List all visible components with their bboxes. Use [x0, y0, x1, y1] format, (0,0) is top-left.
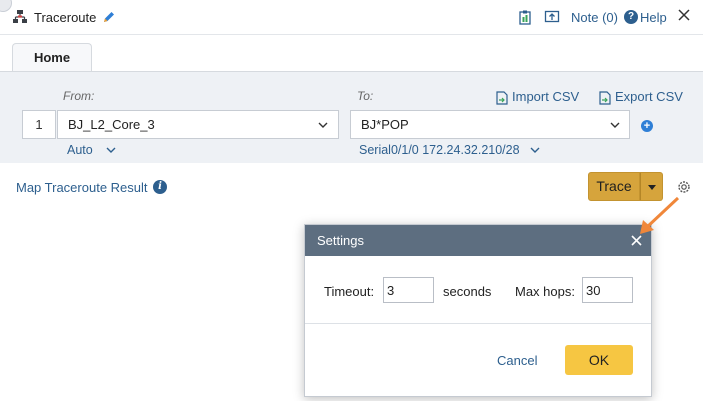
from-device-select[interactable]: BJ_L2_Core_3 [57, 110, 339, 139]
to-label: To: [357, 89, 374, 103]
to-device-value: BJ*POP [361, 117, 409, 132]
window-title: Traceroute [34, 10, 97, 25]
max-hops-label: Max hops: [515, 284, 575, 299]
export-file-icon[interactable] [599, 91, 611, 105]
title-bar: Traceroute Note (0) ? Help [0, 0, 703, 35]
help-icon[interactable]: ? [624, 10, 638, 24]
import-file-icon[interactable] [496, 91, 508, 105]
pencil-icon[interactable] [102, 10, 116, 24]
close-icon[interactable] [677, 8, 691, 22]
help-link[interactable]: Help [640, 10, 667, 25]
chevron-down-icon[interactable] [530, 147, 540, 153]
clipboard-icon[interactable] [517, 9, 533, 25]
map-traceroute-result-link[interactable]: Map Traceroute Result [16, 180, 148, 195]
export-csv-link[interactable]: Export CSV [615, 89, 683, 104]
ok-button[interactable]: OK [565, 345, 633, 375]
max-hops-input[interactable] [582, 277, 633, 303]
dialog-divider [305, 323, 651, 324]
from-interface-select[interactable]: Auto [67, 143, 93, 157]
timeout-input[interactable] [383, 277, 434, 303]
info-icon[interactable]: i [153, 180, 167, 194]
row-number: 1 [22, 110, 56, 139]
note-link[interactable]: Note (0) [571, 10, 618, 25]
tab-home[interactable]: Home [12, 43, 92, 71]
add-row-icon[interactable]: + [641, 120, 653, 132]
traceroute-form-panel: From: To: Import CSV Export CSV 1 BJ_L2_… [0, 71, 703, 163]
import-csv-link[interactable]: Import CSV [512, 89, 579, 104]
to-interface-select[interactable]: Serial0/1/0 172.24.32.210/28 [359, 143, 520, 157]
from-label: From: [63, 89, 95, 103]
cancel-button[interactable]: Cancel [497, 353, 537, 368]
network-topology-icon [13, 10, 27, 23]
settings-dialog: Settings Timeout: seconds Max hops: Canc… [304, 224, 652, 397]
annotation-arrow-icon [640, 196, 680, 234]
chevron-down-icon [610, 122, 620, 128]
dialog-header: Settings [305, 225, 651, 256]
timeout-label: Timeout: [324, 284, 375, 299]
corner-handle[interactable] [0, 0, 12, 12]
chevron-down-icon [318, 122, 328, 128]
dialog-title: Settings [317, 233, 364, 248]
from-device-value: BJ_L2_Core_3 [68, 117, 155, 132]
timeout-unit: seconds [443, 284, 492, 299]
to-device-select[interactable]: BJ*POP [350, 110, 630, 139]
tab-strip: Home [0, 35, 703, 71]
share-screen-icon[interactable] [544, 9, 560, 25]
chevron-down-icon[interactable] [106, 147, 116, 153]
